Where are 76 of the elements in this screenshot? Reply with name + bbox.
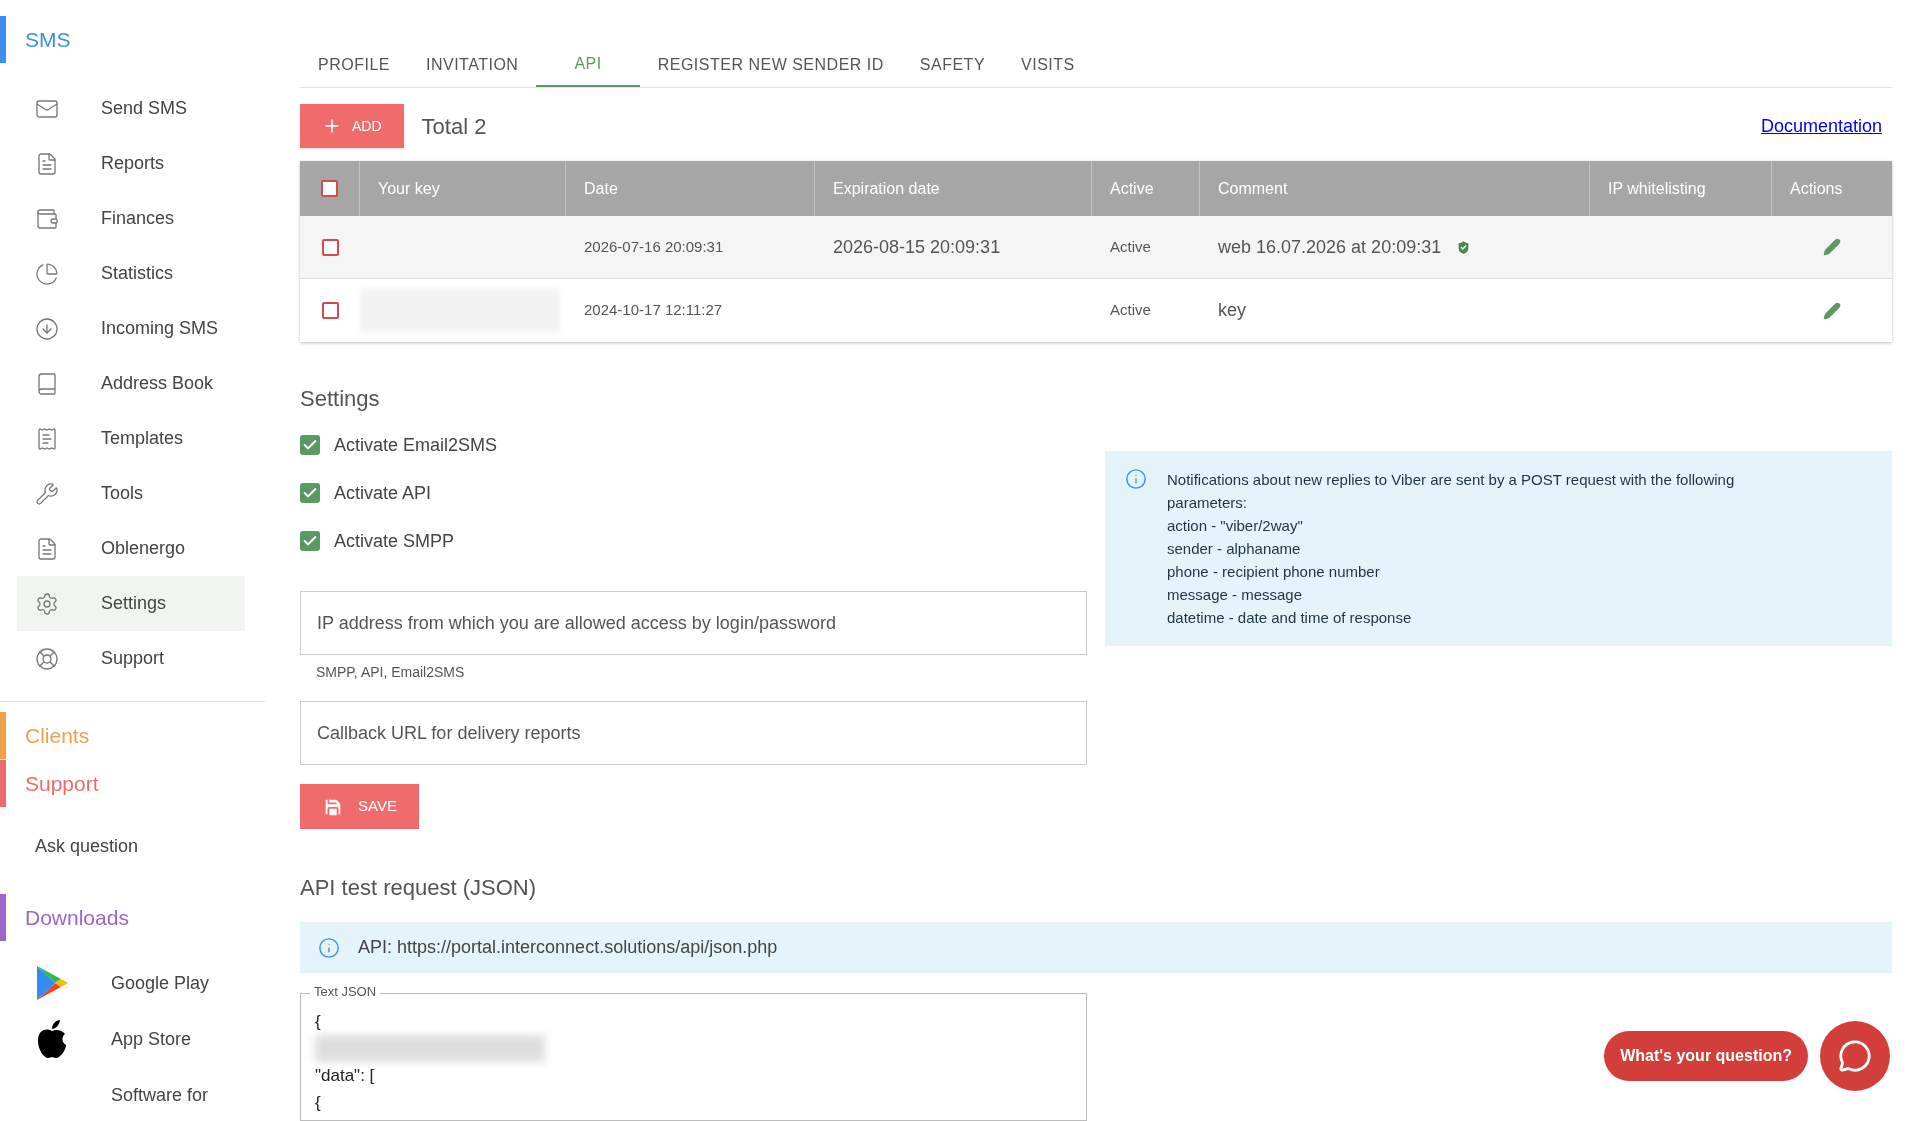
code-line: "data": [ — [315, 1065, 376, 1087]
sidebar-item[interactable]: Oblenergo — [17, 521, 245, 576]
pie-chart-icon — [35, 261, 59, 286]
checkbox[interactable] — [321, 180, 338, 198]
info-text: message - message — [1167, 585, 1304, 606]
sidebar-item[interactable]: Incoming SMS — [17, 301, 245, 356]
input-field[interactable]: Callback URL for delivery reports — [300, 701, 1087, 766]
wallet-icon — [35, 206, 59, 231]
sidebar-item[interactable]: Reports — [17, 136, 245, 191]
section-title: Clients — [25, 722, 90, 749]
input-field[interactable]: IP address from which you are allowed access by login/password — [300, 591, 1087, 656]
sidebar-item[interactable]: Statistics — [17, 246, 245, 301]
code-line: { — [315, 1092, 322, 1114]
sidebar-item[interactable]: Finances — [17, 191, 245, 246]
apple-logo-icon — [35, 1019, 69, 1059]
total-count: Total 2 — [421, 112, 487, 141]
sidebar-item[interactable]: App Store — [17, 1011, 245, 1067]
info-text: phone - recipient phone number — [1167, 562, 1381, 583]
sidebar-item[interactable]: Send SMS — [17, 81, 245, 136]
download-circle-icon — [35, 316, 59, 341]
sidebar-item[interactable]: Software for — [17, 1067, 245, 1121]
table-cell-text: 2026-07-16 20:09:31 — [584, 236, 724, 257]
helper-text: SMPP, API, Email2SMS — [316, 663, 466, 683]
table-cell-text: 2026-08-15 20:09:31 — [833, 235, 1001, 259]
edit-icon[interactable] — [1823, 238, 1841, 257]
table-cell-text: Active — [1109, 236, 1152, 257]
book-icon — [35, 371, 59, 396]
info-icon — [318, 936, 340, 959]
checkbox[interactable] — [321, 238, 339, 256]
checkbox[interactable] — [321, 302, 339, 320]
sidebar-item[interactable]: Ask question — [17, 819, 245, 874]
tab[interactable]: PROFILE — [300, 42, 408, 88]
section-heading: API test request (JSON) — [300, 874, 537, 903]
checkbox[interactable] — [300, 483, 320, 504]
table-cell-text: key — [1218, 299, 1246, 323]
wrench-icon — [35, 481, 59, 506]
tab[interactable]: VISITS — [1003, 42, 1093, 88]
document-icon — [35, 151, 59, 176]
chat-prompt[interactable]: What's your question? — [1604, 1031, 1808, 1081]
sidebar-item[interactable]: Templates — [17, 411, 245, 466]
table-cell-text: 2024-10-17 12:11:27 — [584, 300, 723, 321]
documentation-link[interactable]: Documentation — [1760, 112, 1882, 140]
settings-icon — [35, 591, 59, 616]
info-text: datetime - date and time of response — [1167, 608, 1413, 629]
checkbox-label: Activate SMPP — [334, 529, 455, 553]
info-text: action - "viber/2way" — [1167, 516, 1304, 537]
checkbox-label: Activate API — [334, 481, 432, 505]
play-logo-icon — [35, 965, 69, 1001]
lifebuoy-icon — [35, 646, 59, 671]
checkbox[interactable] — [300, 531, 320, 552]
table-cell-text: web 16.07.2026 at 20:09:31 — [1218, 235, 1442, 259]
section-title: SMS — [25, 26, 71, 53]
api-url-text: API: https://portal.interconnect.solutions/api/json.php — [358, 936, 778, 959]
info-text: sender - alphaname — [1167, 539, 1302, 560]
sidebar-item[interactable]: Google Play — [17, 955, 245, 1011]
checkbox-label: Activate Email2SMS — [334, 433, 498, 457]
edit-icon[interactable] — [1823, 301, 1841, 320]
document-icon — [35, 536, 59, 561]
code-line: { — [315, 1011, 322, 1033]
tab[interactable]: INVITATION — [407, 42, 537, 88]
section-title: Downloads — [25, 904, 129, 931]
section-heading: Settings — [300, 385, 381, 414]
chat-bubble-icon — [1838, 1039, 1872, 1073]
sidebar-item[interactable]: Address Book — [17, 356, 245, 411]
table-cell-text: Active — [1109, 300, 1152, 321]
info-text: Notifications about new replies to Viber are sent by a POST request with the following parameters: — [1167, 470, 1736, 514]
info-icon — [1125, 468, 1147, 491]
column-header: Actions — [1789, 178, 1844, 199]
sidebar-item[interactable]: Support — [17, 631, 245, 686]
sidebar-item[interactable]: Tools — [17, 466, 245, 521]
section-title: Support — [25, 770, 99, 797]
receipt-icon — [35, 426, 59, 451]
tab[interactable]: REGISTER NEW SENDER ID — [639, 42, 902, 88]
checkbox[interactable] — [300, 435, 320, 456]
tab[interactable]: SAFETY — [901, 42, 1004, 88]
sidebar-item[interactable]: Settings — [17, 576, 245, 631]
